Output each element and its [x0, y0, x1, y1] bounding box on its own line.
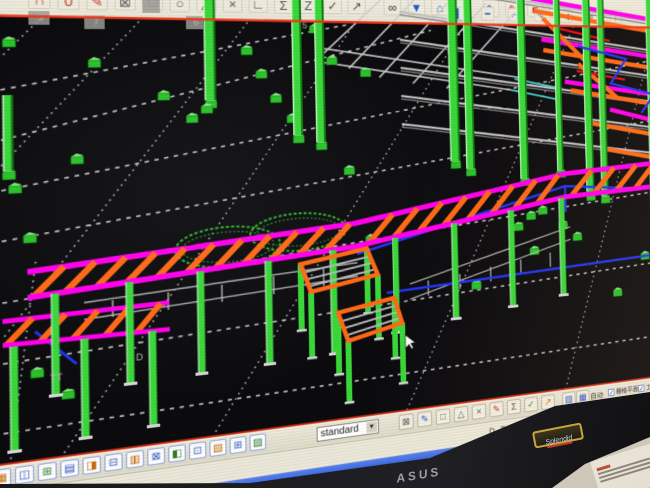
asus-logo: ASUS: [395, 464, 442, 485]
sticker-text: Splendid: [545, 434, 573, 446]
monitor-photo: ∩∪✎⊠□○△×∟ΣZ✓↗∞▼⌂■✎✎■□▎━⌐∿◀»| 3765DTT sta…: [0, 0, 650, 488]
splendid-sticker: Splendid: [532, 422, 584, 448]
